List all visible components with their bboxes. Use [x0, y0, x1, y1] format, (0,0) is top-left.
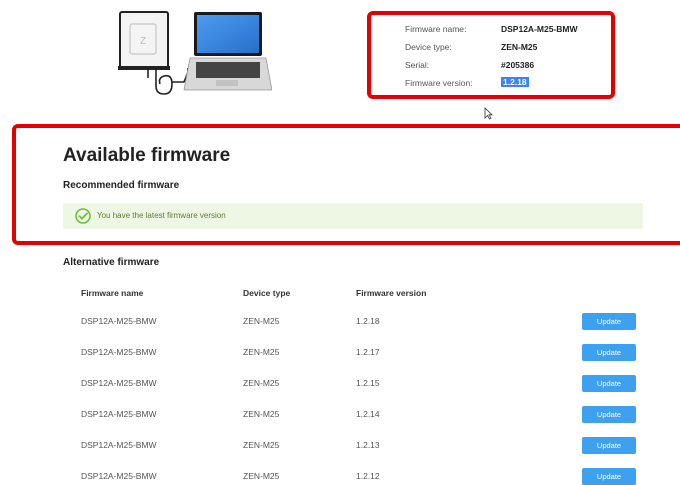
update-button[interactable]: Update	[582, 344, 636, 361]
firmware-name-cell: DSP12A-M25-BMW	[81, 440, 157, 450]
firmware-version-cell: 1.2.13	[356, 440, 380, 450]
mouse-cursor-icon	[484, 107, 493, 120]
firmware-version-cell: 1.2.17	[356, 347, 380, 357]
firmware-name-cell: DSP12A-M25-BMW	[81, 347, 157, 357]
column-header-firmware-version: Firmware version	[356, 288, 427, 298]
update-button[interactable]: Update	[582, 375, 636, 392]
page-title: Available firmware	[63, 145, 231, 166]
svg-text:Z: Z	[140, 36, 146, 47]
recommended-heading: Recommended firmware	[63, 180, 180, 191]
column-header-firmware-name: Firmware name	[81, 288, 144, 298]
device-info-panel: Firmware name: DSP12A-M25-BMW Device typ…	[367, 11, 615, 99]
firmware-version-cell: 1.2.12	[356, 471, 380, 481]
latest-version-message: You have the latest firmware version	[97, 211, 226, 220]
device-type-cell: ZEN-M25	[243, 471, 280, 481]
laptop-icon	[183, 12, 272, 91]
update-button[interactable]: Update	[582, 313, 636, 330]
device-type-value: ZEN-M25	[501, 42, 538, 52]
firmware-name-cell: DSP12A-M25-BMW	[81, 316, 157, 326]
update-button[interactable]: Update	[582, 468, 636, 485]
firmware-version-label: Firmware version:	[405, 78, 473, 88]
alternative-heading: Alternative firmware	[63, 257, 160, 268]
firmware-version-cell: 1.2.18	[356, 316, 380, 326]
check-circle-icon	[75, 208, 91, 224]
device-type-label: Device type:	[405, 42, 452, 52]
serial-value: #205386	[501, 60, 535, 70]
serial-label: Serial:	[405, 60, 430, 70]
firmware-name-cell: DSP12A-M25-BMW	[81, 378, 157, 388]
firmware-version-cell: 1.2.14	[356, 409, 380, 419]
update-button[interactable]: Update	[582, 406, 636, 423]
firmware-name-cell: DSP12A-M25-BMW	[81, 409, 157, 419]
firmware-name-cell: DSP12A-M25-BMW	[81, 471, 157, 481]
device-connection-illustration: Z	[118, 11, 272, 95]
column-header-device-type: Device type	[243, 288, 291, 298]
firmware-version-value[interactable]: 1.2.18	[501, 77, 529, 87]
device-type-cell: ZEN-M25	[243, 316, 280, 326]
device-type-cell: ZEN-M25	[243, 378, 280, 388]
update-button[interactable]: Update	[582, 437, 636, 454]
firmware-name-value: DSP12A-M25-BMW	[501, 24, 578, 34]
firmware-name-label: Firmware name:	[405, 24, 467, 34]
device-type-cell: ZEN-M25	[243, 440, 280, 450]
firmware-version-cell: 1.2.15	[356, 378, 380, 388]
latest-version-banner: You have the latest firmware version	[63, 203, 643, 229]
dsp-device-icon: Z	[118, 11, 170, 70]
device-type-cell: ZEN-M25	[243, 347, 280, 357]
device-type-cell: ZEN-M25	[243, 409, 280, 419]
